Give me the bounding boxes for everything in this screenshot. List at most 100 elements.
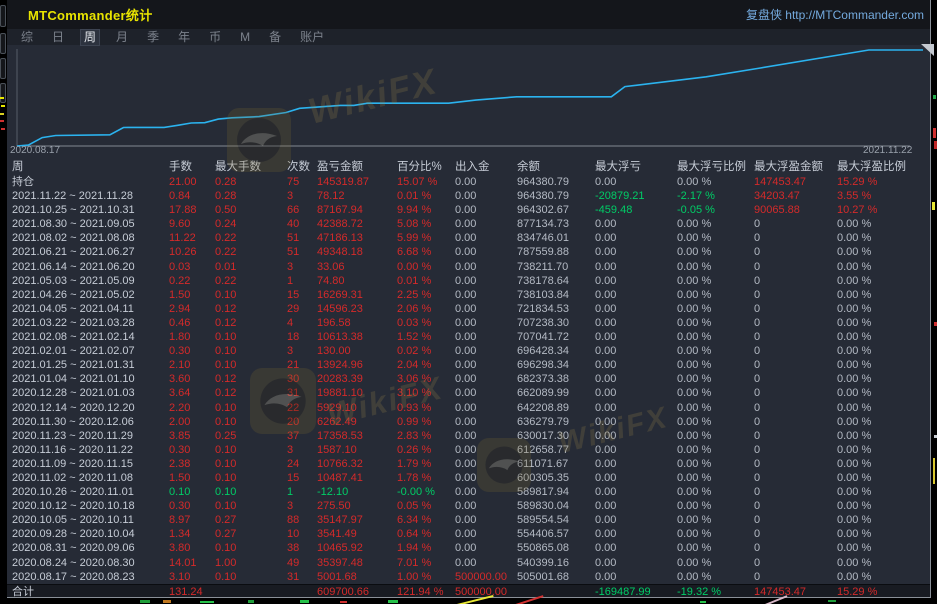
table-row[interactable]: 2021.06.21 ~ 2021.06.2710.260.225149348.… (7, 245, 930, 259)
cell-pct: 0.26 % (395, 443, 453, 457)
menu-item-周[interactable]: 周 (80, 29, 100, 46)
cell-period: 2020.10.05 ~ 2020.10.11 (7, 513, 167, 527)
table-row[interactable]: 2020.09.28 ~ 2020.10.041.340.27103541.49… (7, 527, 930, 541)
total-row[interactable]: 合计131.24609700.66121.94 %500000.00-16948… (7, 584, 930, 597)
cell-deposit: 0.00 (453, 231, 515, 245)
cell-max_float_profit_pct: 0.00 % (835, 372, 930, 386)
cell-period: 2020.08.17 ~ 2020.08.23 (7, 570, 167, 584)
cell-lots: 2.10 (167, 358, 213, 372)
cell-max_float_loss_pct: 0.00 % (675, 344, 752, 358)
candle-sliver (300, 600, 309, 603)
table-row[interactable]: 2021.01.25 ~ 2021.01.312.100.102113924.9… (7, 358, 930, 372)
table-row[interactable]: 2020.08.31 ~ 2020.09.063.800.103810465.9… (7, 541, 930, 555)
menu-item-年[interactable]: 年 (175, 30, 193, 45)
cell-count: 20 (285, 415, 315, 429)
menu-item-日[interactable]: 日 (49, 30, 67, 45)
table-row[interactable]: 2020.11.30 ~ 2020.12.062.000.10206262.49… (7, 415, 930, 429)
cell-max_lots: 0.10 (213, 541, 285, 555)
menu-item-账户[interactable]: 账户 (297, 30, 327, 45)
table-row[interactable]: 2021.04.26 ~ 2021.05.021.500.101516269.3… (7, 288, 930, 302)
table-row[interactable]: 2020.11.02 ~ 2020.11.081.500.101510487.4… (7, 471, 930, 485)
cell-max_float_loss_pct: 0.00 % (675, 358, 752, 372)
cell-balance: 589554.54 (515, 513, 593, 527)
cell-max_float_loss: 0.00 (593, 344, 675, 358)
cell-balance: 738103.84 (515, 288, 593, 302)
table-row[interactable]: 2020.11.16 ~ 2020.11.220.300.1031587.100… (7, 443, 930, 457)
column-header-max_float_loss: 最大浮亏 (593, 160, 675, 175)
menu-item-备[interactable]: 备 (266, 30, 284, 45)
cell-pct: 121.94 % (395, 585, 453, 597)
table-row[interactable]: 2020.11.23 ~ 2020.11.293.850.253717358.5… (7, 429, 930, 443)
menu-item-月[interactable]: 月 (113, 30, 131, 45)
table-row[interactable]: 2020.08.24 ~ 2020.08.3014.011.004935397.… (7, 556, 930, 570)
cell-pnl: 3541.49 (315, 527, 395, 541)
cell-max_float_loss: 0.00 (593, 401, 675, 415)
cell-count: 3 (285, 499, 315, 513)
menu-item-综[interactable]: 综 (18, 30, 36, 45)
cell-max_float_profit: 0 (752, 372, 835, 386)
cell-max_lots: 1.00 (213, 556, 285, 570)
cell-max_lots: 0.50 (213, 203, 285, 217)
menu-item-季[interactable]: 季 (144, 30, 162, 45)
cell-max_float_profit: 0 (752, 344, 835, 358)
cell-max_float_profit_pct: 0.00 % (835, 415, 930, 429)
cell-lots: 2.94 (167, 302, 213, 316)
cell-deposit: 0.00 (453, 401, 515, 415)
cell-max_lots: 0.22 (213, 245, 285, 259)
table-row[interactable]: 2021.08.02 ~ 2021.08.0811.220.225147186.… (7, 231, 930, 245)
table-row[interactable]: 2020.10.26 ~ 2020.11.010.100.101-12.10-0… (7, 485, 930, 499)
cell-deposit: 0.00 (453, 274, 515, 288)
cell-max_float_loss: 0.00 (593, 541, 675, 555)
table-row[interactable]: 2020.10.05 ~ 2020.10.118.970.278835147.9… (7, 513, 930, 527)
cell-max_float_loss: 0.00 (593, 245, 675, 259)
window-corner-grip (921, 44, 934, 56)
cell-max_float_profit: 0 (752, 485, 835, 499)
cell-max_float_loss: 0.00 (593, 485, 675, 499)
cell-max_float_profit_pct: 0.00 % (835, 499, 930, 513)
cell-lots: 3.64 (167, 386, 213, 400)
cell-pct: 2.06 % (395, 302, 453, 316)
menu-item-币[interactable]: 币 (206, 30, 224, 45)
table-row[interactable]: 持仓21.000.2875145319.8715.07 %0.00964380.… (7, 175, 930, 189)
table-row[interactable]: 2021.11.22 ~ 2021.11.280.840.28378.120.0… (7, 189, 930, 203)
cell-max_float_profit: 0 (752, 330, 835, 344)
cell-period: 2021.10.25 ~ 2021.10.31 (7, 203, 167, 217)
cell-pct: 1.78 % (395, 471, 453, 485)
brand-link[interactable]: 复盘侠 http://MTCommander.com (746, 6, 924, 23)
table-row[interactable]: 2021.10.25 ~ 2021.10.3117.880.506687167.… (7, 203, 930, 217)
cell-max_float_loss_pct: 0.00 % (675, 401, 752, 415)
cell-max_float_loss_pct: 0.00 % (675, 457, 752, 471)
table-row[interactable]: 2020.10.12 ~ 2020.10.180.300.103275.500.… (7, 499, 930, 513)
cell-count: 22 (285, 401, 315, 415)
cell-max_float_profit_pct: 0.00 % (835, 260, 930, 274)
cell-pnl: 145319.87 (315, 175, 395, 189)
cell-count: 37 (285, 429, 315, 443)
cell-max_float_profit_pct: 0.00 % (835, 330, 930, 344)
cell-lots: 3.60 (167, 372, 213, 386)
cell-max_float_loss: 0.00 (593, 358, 675, 372)
cell-pnl: 5929.10 (315, 401, 395, 415)
cell-max_float_loss: 0.00 (593, 302, 675, 316)
table-row[interactable]: 2021.04.05 ~ 2021.04.112.940.122914596.2… (7, 302, 930, 316)
cell-max_float_loss: 0.00 (593, 274, 675, 288)
table-row[interactable]: 2020.11.09 ~ 2020.11.152.380.102410766.3… (7, 457, 930, 471)
cell-lots: 21.00 (167, 175, 213, 189)
cell-deposit: 0.00 (453, 527, 515, 541)
table-row[interactable]: 2021.02.01 ~ 2021.02.070.300.103130.000.… (7, 344, 930, 358)
table-row[interactable]: 2020.12.28 ~ 2021.01.033.640.123119881.1… (7, 386, 930, 400)
table-row[interactable]: 2020.08.17 ~ 2020.08.233.100.10315001.68… (7, 570, 930, 584)
cell-max_float_loss: 0.00 (593, 457, 675, 471)
table-row[interactable]: 2021.01.04 ~ 2021.01.103.600.123020283.3… (7, 372, 930, 386)
cell-max_float_profit_pct: 0.00 % (835, 302, 930, 316)
table-row[interactable]: 2021.03.22 ~ 2021.03.280.460.124196.580.… (7, 316, 930, 330)
cell-pnl: 49348.18 (315, 245, 395, 259)
table-row[interactable]: 2021.08.30 ~ 2021.09.059.600.244042388.7… (7, 217, 930, 231)
table-row[interactable]: 2021.05.03 ~ 2021.05.090.220.22174.800.0… (7, 274, 930, 288)
table-row[interactable]: 2021.06.14 ~ 2021.06.200.030.01333.060.0… (7, 260, 930, 274)
cell-max_float_profit: 0 (752, 245, 835, 259)
menu-item-M[interactable]: M (237, 30, 253, 45)
cell-max_float_profit: 0 (752, 274, 835, 288)
table-row[interactable]: 2021.02.08 ~ 2021.02.141.800.101810613.3… (7, 330, 930, 344)
title-bar: MTCommander统计 复盘侠 http://MTCommander.com (7, 0, 930, 29)
table-row[interactable]: 2020.12.14 ~ 2020.12.202.200.10225929.10… (7, 401, 930, 415)
